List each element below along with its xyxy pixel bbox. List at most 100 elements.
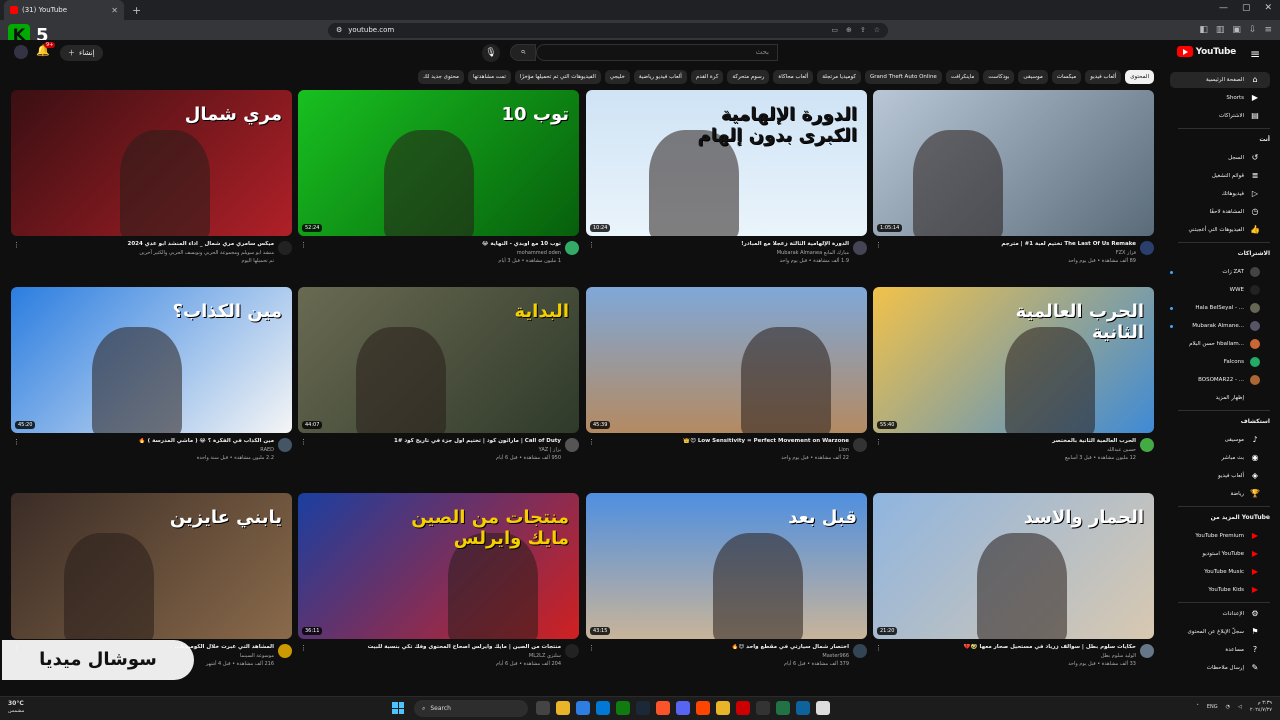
zoom-icon[interactable]: ⊕ bbox=[846, 26, 852, 34]
account-avatar[interactable] bbox=[14, 45, 28, 59]
channel-avatar[interactable] bbox=[1140, 644, 1154, 658]
sidebar-item[interactable]: ▶ استوديو YouTube bbox=[1170, 546, 1270, 562]
bookmark-icon[interactable]: ☆ bbox=[874, 26, 880, 34]
more-actions-icon[interactable]: ⋮ bbox=[300, 241, 307, 249]
filter-chip[interactable]: كوميديا مرتجلة bbox=[817, 70, 861, 84]
channel-name[interactable]: موسوعة السينما bbox=[240, 653, 274, 659]
search-input[interactable]: بحث bbox=[536, 44, 778, 61]
cast-icon[interactable]: ▭ bbox=[831, 26, 838, 34]
task-view-icon[interactable] bbox=[536, 701, 550, 715]
video-thumbnail[interactable]: 45:39 bbox=[586, 287, 867, 433]
more-actions-icon[interactable]: ⋮ bbox=[875, 241, 882, 249]
sidebar-section-heading[interactable]: استكشاف bbox=[1241, 418, 1270, 425]
obs-icon[interactable] bbox=[756, 701, 770, 715]
sidebar-section-heading[interactable]: المزيد من YouTube bbox=[1211, 514, 1270, 521]
video-thumbnail[interactable]: مين الكذاب؟ 45:20 bbox=[11, 287, 292, 433]
video-thumbnail[interactable]: قبل بعد 43:15 bbox=[586, 493, 867, 639]
more-actions-icon[interactable]: ⋮ bbox=[588, 438, 595, 446]
app-generic-icon[interactable] bbox=[816, 701, 830, 715]
xbox-icon[interactable] bbox=[616, 701, 630, 715]
video-title[interactable]: الحرب العالمية الثانية بالمختصر bbox=[886, 438, 1136, 444]
sidebar-item[interactable]: ◉ بث مباشر bbox=[1170, 450, 1270, 466]
language-indicator[interactable]: ENG bbox=[1207, 704, 1218, 710]
channel-avatar[interactable] bbox=[1140, 438, 1154, 452]
video-thumbnail[interactable]: الحمار والاسد 21:20 bbox=[873, 493, 1154, 639]
video-title[interactable]: Call of Duty | ماراثون كود | تختيم أول ج… bbox=[311, 438, 561, 444]
sidebar-item[interactable]: WWE bbox=[1170, 282, 1270, 298]
channel-avatar[interactable] bbox=[278, 241, 292, 255]
filter-chip[interactable]: ماينكرافت bbox=[945, 70, 980, 84]
filter-chip[interactable]: خليجي bbox=[604, 70, 630, 84]
filter-chip[interactable]: ألعاب فيديو رياضية bbox=[633, 70, 687, 84]
video-thumbnail[interactable]: الحرب العالمية الثانية 55:40 bbox=[873, 287, 1154, 433]
video-title[interactable]: Low Sensitivity = Perfect Movement on Wa… bbox=[599, 438, 849, 444]
filter-chip[interactable]: بودكاست bbox=[983, 70, 1015, 84]
video-thumbnail[interactable]: الدورة الإلهامية الكبرى بدون إلهام 10:24 bbox=[586, 90, 867, 236]
video-title[interactable]: ميكس سامري مري شمال _ اداء المنشد ابو عد… bbox=[24, 241, 275, 247]
file-explorer-icon[interactable] bbox=[556, 701, 570, 715]
more-actions-icon[interactable]: ⋮ bbox=[588, 241, 595, 249]
sidebar-item[interactable]: ↺ السجل bbox=[1170, 150, 1270, 166]
sidebar-item[interactable]: BOSOMAR22 - ... bbox=[1170, 372, 1270, 388]
sidebar-section-heading[interactable]: أنت bbox=[1259, 136, 1270, 143]
video-thumbnail[interactable]: توب 10 52:24 bbox=[298, 90, 579, 236]
more-actions-icon[interactable]: ⋮ bbox=[875, 438, 882, 446]
app-icon[interactable] bbox=[696, 701, 710, 715]
filter-chip[interactable]: رسوم متحركة bbox=[727, 70, 770, 84]
steam-icon[interactable] bbox=[636, 701, 650, 715]
filter-chip[interactable]: تمت مشاهدتها bbox=[467, 70, 511, 84]
channel-avatar[interactable] bbox=[565, 241, 579, 255]
sidebar-item[interactable]: 👍 الفيديوهات التي أعجبتني bbox=[1170, 222, 1270, 238]
brave-icon[interactable] bbox=[656, 701, 670, 715]
video-thumbnail[interactable]: 1:05:14 bbox=[873, 90, 1154, 236]
channel-name[interactable]: سلتزي ML2LZ bbox=[529, 653, 561, 659]
channel-avatar[interactable] bbox=[278, 438, 292, 452]
url-field[interactable]: ⚙ youtube.com ▭ ⊕ ⇪ ☆ bbox=[328, 22, 888, 38]
sidebar-item[interactable]: ▶ YouTube Music bbox=[1170, 564, 1270, 580]
excel-icon[interactable] bbox=[776, 701, 790, 715]
sidebar-item[interactable]: ♪ موسيقى bbox=[1170, 432, 1270, 448]
filter-chip[interactable]: ألعاب فيديو bbox=[1085, 70, 1122, 84]
video-title[interactable]: حكايات سلوم بطل | سوالف زرياد في مستحيل … bbox=[886, 644, 1136, 650]
filter-chip[interactable]: الفيديوهات التي تم تحميلها مؤخرًا bbox=[514, 70, 601, 84]
browser-menu-icon[interactable]: ≡ bbox=[1264, 25, 1272, 35]
video-title[interactable]: اختصار شمال سيارتي في مقطع واحد 😍🔥 bbox=[599, 644, 849, 650]
sidebar-item[interactable]: ⌂ الصفحة الرئيسية bbox=[1170, 72, 1270, 88]
hamburger-menu-icon[interactable]: ≡ bbox=[1250, 47, 1260, 61]
video-title[interactable]: The Last Of Us Remake تختيم لعبة 1# | مت… bbox=[886, 241, 1136, 247]
create-button[interactable]: ＋ إنشاء bbox=[60, 45, 103, 61]
filter-chip[interactable]: المحتوى bbox=[1125, 70, 1154, 84]
sidebar-item[interactable]: ▤ الاشتراكات bbox=[1170, 108, 1270, 124]
more-actions-icon[interactable]: ⋮ bbox=[300, 438, 307, 446]
sidebar-item[interactable]: Hala BelSeyal - ... bbox=[1170, 300, 1270, 316]
folder-icon[interactable] bbox=[716, 701, 730, 715]
channel-name[interactable]: مبارك المانع Mubarak Almanea bbox=[777, 250, 849, 256]
channel-name[interactable]: Master966 bbox=[822, 653, 849, 659]
sidebar-item[interactable]: ⚙ الإعدادات bbox=[1170, 606, 1270, 622]
sidebar-item[interactable]: Falcons bbox=[1170, 354, 1270, 370]
wallet-icon[interactable]: ▣ bbox=[1232, 25, 1241, 35]
taskbar-search[interactable]: ⌕ Search bbox=[414, 700, 528, 717]
share-icon[interactable]: ⇪ bbox=[860, 26, 866, 34]
more-actions-icon[interactable]: ⋮ bbox=[875, 644, 882, 652]
site-info-icon[interactable]: ⚙ bbox=[336, 26, 342, 34]
channel-avatar[interactable] bbox=[853, 644, 867, 658]
sidebar-item[interactable]: زات ZAT bbox=[1170, 264, 1270, 280]
sidebar-section-heading[interactable]: الاشتراكات bbox=[1238, 250, 1270, 257]
extension-icon[interactable]: ◧ bbox=[1199, 25, 1208, 35]
channel-name[interactable]: يزاز | YAZ bbox=[539, 447, 561, 453]
filter-chip[interactable]: Grand Theft Auto Online bbox=[864, 70, 942, 84]
sidebar-item[interactable]: ▶ Shorts bbox=[1170, 90, 1270, 106]
more-actions-icon[interactable]: ⋮ bbox=[300, 644, 307, 652]
photos-icon[interactable] bbox=[796, 701, 810, 715]
maximize-icon[interactable]: ▢ bbox=[1242, 3, 1251, 13]
channel-avatar[interactable] bbox=[565, 644, 579, 658]
filter-chip[interactable]: ميكسات bbox=[1051, 70, 1082, 84]
sidebar-item[interactable]: ≣ قوائم التشغيل bbox=[1170, 168, 1270, 184]
sidebar-toggle-icon[interactable]: ▥ bbox=[1216, 25, 1225, 35]
filter-chip[interactable]: محتوى جديد لك bbox=[418, 70, 464, 84]
new-tab-icon[interactable]: + bbox=[132, 4, 141, 17]
discord-icon[interactable] bbox=[676, 701, 690, 715]
store-icon[interactable] bbox=[596, 701, 610, 715]
video-thumbnail[interactable]: مري شمال bbox=[11, 90, 292, 236]
